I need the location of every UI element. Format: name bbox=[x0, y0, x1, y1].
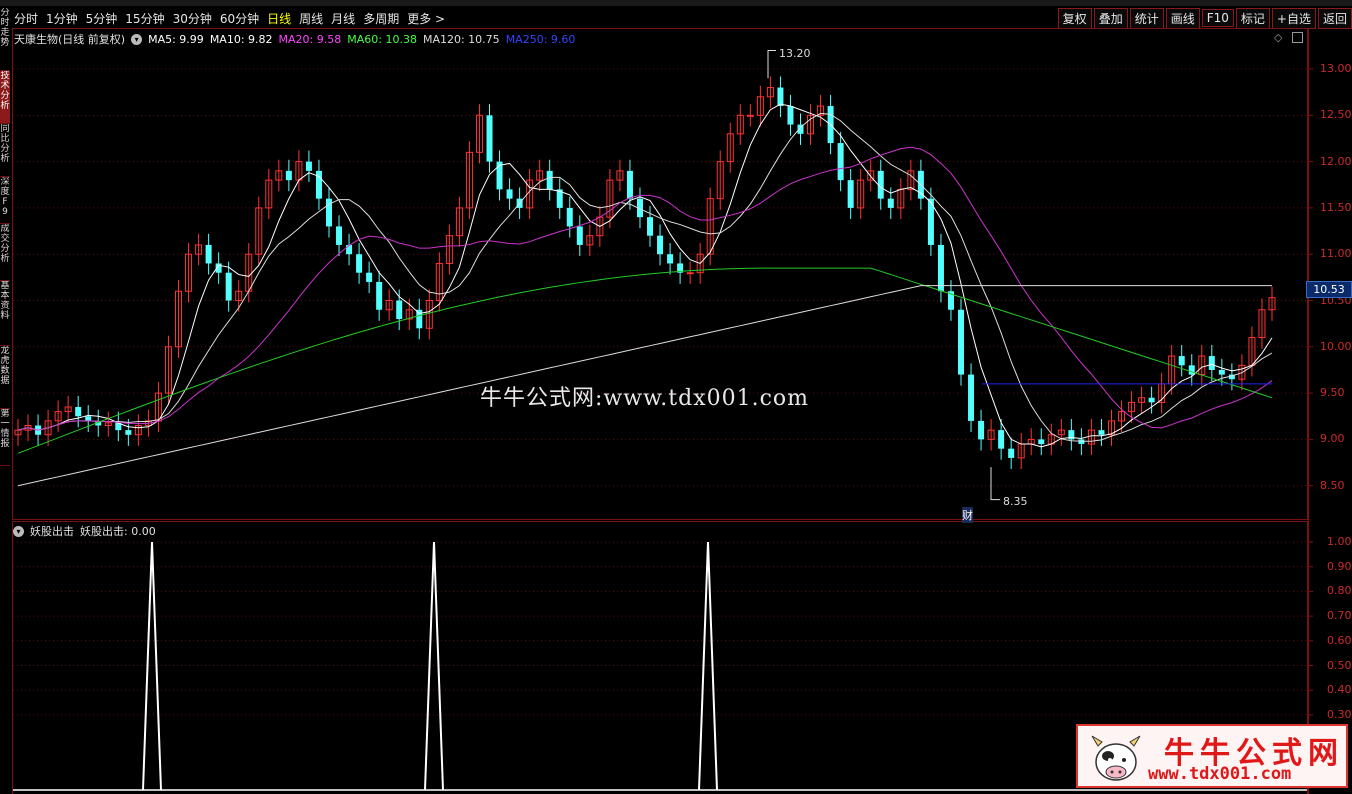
candle-body-down bbox=[125, 430, 132, 435]
candle-body-down bbox=[1098, 430, 1105, 435]
event-marker-finance[interactable]: 财 bbox=[962, 507, 973, 523]
high-marker bbox=[767, 49, 776, 79]
indicator-tick-label: 0.30 bbox=[1327, 707, 1352, 721]
indicator-tick-label: 1.00 bbox=[1327, 535, 1352, 548]
candle-body-down bbox=[85, 416, 92, 421]
low-price-label: 8.35 bbox=[1003, 495, 1028, 508]
price-tick-label: 13.00 bbox=[1320, 62, 1352, 75]
candle-body-down bbox=[566, 207, 573, 227]
candle-body-down bbox=[416, 309, 423, 329]
indicator-tick-label: 0.70 bbox=[1327, 609, 1352, 623]
candle-body-down bbox=[576, 226, 583, 245]
candle-body-down bbox=[366, 272, 373, 282]
cow-mascot-icon bbox=[1091, 735, 1141, 781]
candle-body-down bbox=[667, 254, 674, 264]
candle-body-down bbox=[346, 244, 353, 255]
candle-body-down bbox=[205, 244, 212, 264]
price-tick-label: 10.00 bbox=[1320, 339, 1352, 353]
candle-body-down bbox=[837, 143, 844, 181]
logo-url: www.tdx001.com bbox=[1148, 764, 1292, 784]
indicator-tick-label: 0.90 bbox=[1327, 559, 1352, 573]
candle-body-down bbox=[978, 420, 985, 440]
candle-body-down bbox=[968, 374, 975, 421]
candle-body-up bbox=[746, 114, 754, 117]
candle-body-down bbox=[356, 254, 363, 273]
price-tick-label: 8.50 bbox=[1320, 478, 1345, 492]
low-marker bbox=[990, 467, 1000, 501]
candle-body-down bbox=[626, 170, 633, 199]
candle-body-down bbox=[777, 87, 784, 107]
signal-spike bbox=[424, 541, 444, 791]
price-tick-label: 11.50 bbox=[1320, 200, 1352, 214]
candle-body-down bbox=[75, 406, 82, 417]
price-tick-label: 11.00 bbox=[1320, 247, 1352, 261]
candle-body-down bbox=[887, 198, 894, 208]
ma60-line bbox=[17, 267, 1273, 454]
indicator-legend: ▾ 妖股出击 妖股出击: 0.00 bbox=[13, 523, 156, 539]
indicator-title: 妖股出击 bbox=[30, 525, 74, 538]
candle-body-down bbox=[787, 106, 794, 125]
candle-body-down bbox=[315, 170, 322, 199]
indicator-tick-label: 0.80 bbox=[1327, 584, 1352, 598]
candle-body-down bbox=[305, 161, 312, 171]
price-tick-label: 12.50 bbox=[1320, 108, 1352, 122]
candle-body-down bbox=[546, 170, 553, 190]
candle-body-down bbox=[506, 189, 513, 199]
candle-body-down bbox=[1008, 448, 1015, 458]
indicator-tick-label: 0.60 bbox=[1327, 633, 1352, 647]
candle-body-down bbox=[1188, 365, 1195, 375]
indicator-tick-label: 0.50 bbox=[1327, 658, 1352, 672]
candle-body-down bbox=[1148, 397, 1155, 403]
candle-body-down bbox=[486, 115, 493, 162]
candle-body-down bbox=[847, 180, 854, 208]
candle-body-down bbox=[937, 244, 944, 292]
candle-body-down bbox=[998, 430, 1005, 449]
candle-body-down bbox=[336, 226, 343, 245]
high-price-label: 13.20 bbox=[779, 47, 811, 60]
candle-body-down bbox=[647, 217, 654, 236]
price-tick-label: 9.00 bbox=[1320, 432, 1345, 446]
candle-body-down bbox=[285, 170, 292, 181]
candle-body-up bbox=[686, 272, 694, 275]
watermark-text: 牛牛公式网:www.tdx001.com bbox=[480, 386, 810, 411]
candle-body-down bbox=[1178, 356, 1185, 366]
price-tick-label: 9.50 bbox=[1320, 386, 1345, 400]
candle-body-down bbox=[1208, 356, 1215, 370]
candle-body-down bbox=[376, 281, 383, 310]
candle-body-down bbox=[396, 300, 403, 320]
candle-body-down bbox=[958, 309, 965, 375]
candle-body-down bbox=[657, 235, 664, 255]
site-logo: 牛牛公式网 www.tdx001.com bbox=[1076, 724, 1348, 788]
indicator-value: 妖股出击: 0.00 bbox=[80, 525, 156, 538]
candle-body-down bbox=[225, 272, 232, 301]
candle-body-down bbox=[1218, 369, 1225, 375]
current-price-badge: 10.53 bbox=[1306, 281, 1352, 298]
indicator-tick-label: 0.40 bbox=[1327, 683, 1352, 697]
price-tick-label: 12.00 bbox=[1320, 154, 1352, 168]
chevron-down-icon[interactable]: ▾ bbox=[13, 525, 24, 537]
candle-body-down bbox=[1038, 439, 1045, 445]
